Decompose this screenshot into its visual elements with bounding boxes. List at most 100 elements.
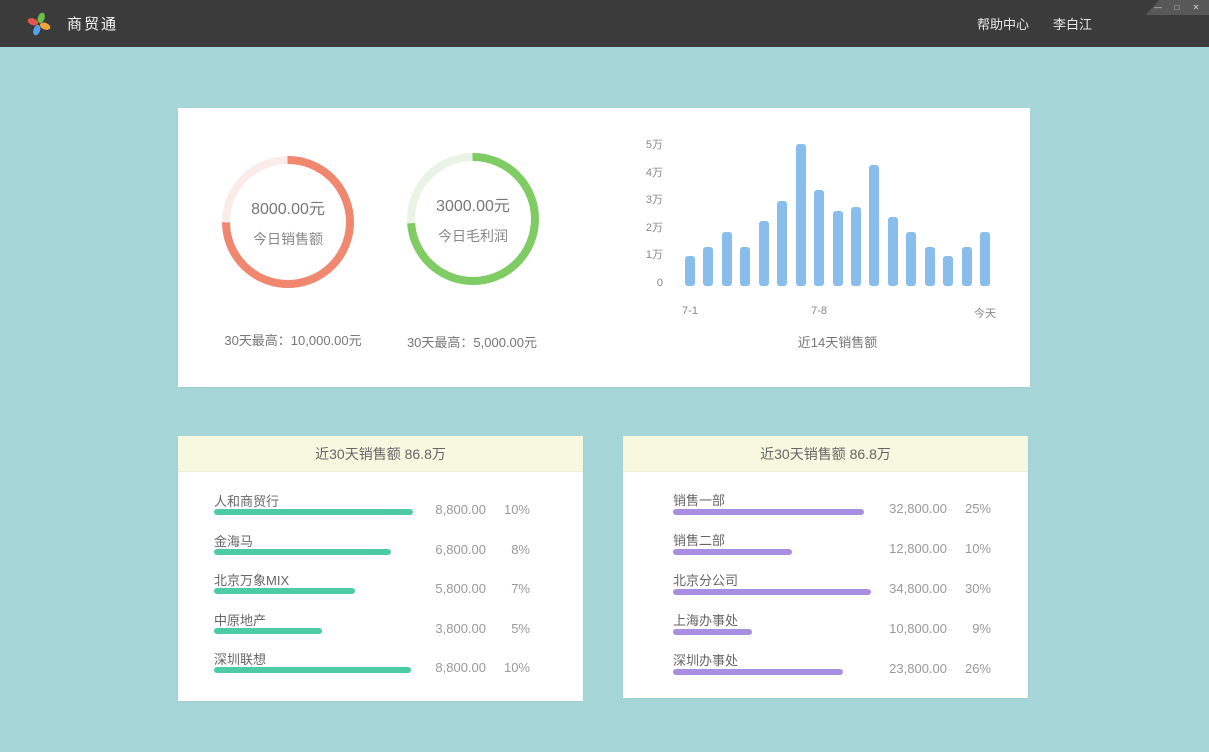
rank-value: 6,800.00 (435, 542, 486, 557)
department-rank-list: 销售一部 32,800.00 25% 销售二部 12,800.00 10% 北京分公司 34,… (623, 472, 1028, 688)
rank-percent: 5% (496, 621, 530, 636)
summary-card: 8000.00元 今日销售额 30天最高：10,000.00元 3000.00元… (178, 108, 1030, 387)
rank-label: 深圳联想 (214, 649, 266, 668)
bar (703, 247, 713, 286)
rank-bar (214, 667, 411, 673)
y-tick-label: 4万 (638, 166, 663, 180)
rank-percent: 10% (496, 502, 530, 517)
today-sales-value: 8000.00元 (251, 195, 325, 219)
bar (925, 247, 935, 286)
bar (759, 221, 769, 286)
app-logo-icon (26, 11, 52, 37)
bar-chart-title: 近14天销售额 (685, 332, 990, 351)
rank-row[interactable]: 销售二部 12,800.00 10% (673, 528, 991, 568)
title-bar: 商贸通 帮助中心 李白江 (0, 0, 1209, 47)
rank-value: 5,800.00 (435, 581, 486, 596)
bar (814, 190, 824, 286)
rank-row[interactable]: 深圳办事处 23,800.00 26% (673, 648, 991, 688)
bar (685, 256, 695, 286)
bar (906, 232, 916, 286)
rank-bar (673, 629, 752, 635)
rank-bar (673, 509, 864, 515)
y-tick-label: 3万 (638, 193, 663, 207)
bar (796, 144, 806, 286)
rank-percent: 26% (957, 661, 991, 676)
rank-bar (673, 589, 871, 595)
today-sales-donut: 8000.00元 今日销售额 (221, 155, 355, 289)
rank-row[interactable]: 北京万象MIX 5,800.00 7% (214, 568, 530, 608)
rank-label: 北京万象MIX (214, 570, 289, 589)
bar-chart-plot-area: 7-17-8今天 (685, 145, 990, 286)
rank-row[interactable]: 中原地产 3,800.00 5% (214, 608, 530, 648)
customer-rank-title: 近30天销售额 86.8万 (178, 436, 583, 472)
close-icon[interactable]: ✕ (1191, 0, 1201, 15)
app-title: 商贸通 (67, 13, 118, 34)
rank-bar (214, 628, 322, 634)
rank-bar (673, 549, 792, 555)
rank-percent: 30% (957, 581, 991, 596)
rank-row[interactable]: 深圳联想 8,800.00 10% (214, 647, 530, 687)
bar (833, 211, 843, 286)
rank-bar (214, 549, 391, 555)
rank-label: 深圳办事处 (673, 650, 738, 669)
bar (722, 232, 732, 286)
rank-row[interactable]: 上海办事处 10,800.00 9% (673, 608, 991, 648)
rank-bar (673, 669, 843, 675)
rank-label: 上海办事处 (673, 610, 738, 629)
y-tick-label: 5万 (638, 138, 663, 152)
rank-row[interactable]: 人和商贸行 8,800.00 10% (214, 489, 530, 529)
rank-label: 销售二部 (673, 530, 725, 549)
rank-label: 销售一部 (673, 490, 725, 509)
bar (851, 207, 861, 286)
rank-percent: 10% (957, 541, 991, 556)
bar (962, 247, 972, 286)
rank-value: 12,800.00 (889, 541, 947, 556)
help-center-link[interactable]: 帮助中心 (977, 14, 1029, 33)
bar (888, 217, 898, 286)
rank-bar (214, 509, 413, 515)
customer-rank-card: 近30天销售额 86.8万 人和商贸行 8,800.00 10% 金海马 6,800.0… (178, 436, 583, 701)
y-tick-label: 1万 (638, 248, 663, 262)
rank-percent: 9% (957, 621, 991, 636)
y-tick-label: 2万 (638, 221, 663, 235)
y-tick-label: 0 (638, 276, 663, 290)
rank-percent: 25% (957, 501, 991, 516)
today-profit-donut: 3000.00元 今日毛利润 (406, 152, 540, 286)
maximize-icon[interactable]: □ (1172, 0, 1182, 15)
bar (980, 232, 990, 286)
rank-row[interactable]: 金海马 6,800.00 8% (214, 529, 530, 569)
rank-value: 34,800.00 (889, 581, 947, 596)
rank-value: 23,800.00 (889, 661, 947, 676)
rank-percent: 10% (496, 660, 530, 675)
rank-value: 8,800.00 (435, 502, 486, 517)
rank-label: 金海马 (214, 531, 253, 550)
rank-percent: 7% (496, 581, 530, 596)
bar (777, 201, 787, 286)
x-tick-label: 7-1 (682, 305, 698, 317)
today-profit-value: 3000.00元 (436, 192, 510, 216)
rank-label: 中原地产 (214, 610, 266, 629)
rank-value: 3,800.00 (435, 621, 486, 636)
bar (869, 165, 879, 286)
user-name-link[interactable]: 李白江 (1053, 14, 1092, 33)
rank-bar (214, 588, 355, 594)
rank-label: 北京分公司 (673, 570, 738, 589)
x-tick-label: 今天 (974, 305, 996, 321)
rank-row[interactable]: 销售一部 32,800.00 25% (673, 488, 991, 528)
rank-value: 10,800.00 (889, 621, 947, 636)
today-profit-label: 今日毛利润 (438, 226, 508, 246)
rank-value: 32,800.00 (889, 501, 947, 516)
x-tick-label: 7-8 (811, 305, 827, 317)
sales-14d-bar-chart: 5万4万3万2万1万0 7-17-8今天 近14天销售额 (638, 136, 1018, 366)
customer-rank-list: 人和商贸行 8,800.00 10% 金海马 6,800.00 8% 北京万象MIX 5,80… (178, 472, 583, 687)
rank-value: 8,800.00 (435, 660, 486, 675)
rank-percent: 8% (496, 542, 530, 557)
department-rank-title: 近30天销售额 86.8万 (623, 436, 1028, 472)
department-rank-card: 近30天销售额 86.8万 销售一部 32,800.00 25% 销售二部 12,800… (623, 436, 1028, 698)
rank-label: 人和商贸行 (214, 491, 279, 510)
rank-row[interactable]: 北京分公司 34,800.00 30% (673, 568, 991, 608)
bar (740, 247, 750, 286)
today-sales-label: 今日销售额 (253, 229, 323, 249)
bar (943, 256, 953, 286)
today-profit-caption: 30天最高：5,000.00元 (358, 332, 586, 351)
